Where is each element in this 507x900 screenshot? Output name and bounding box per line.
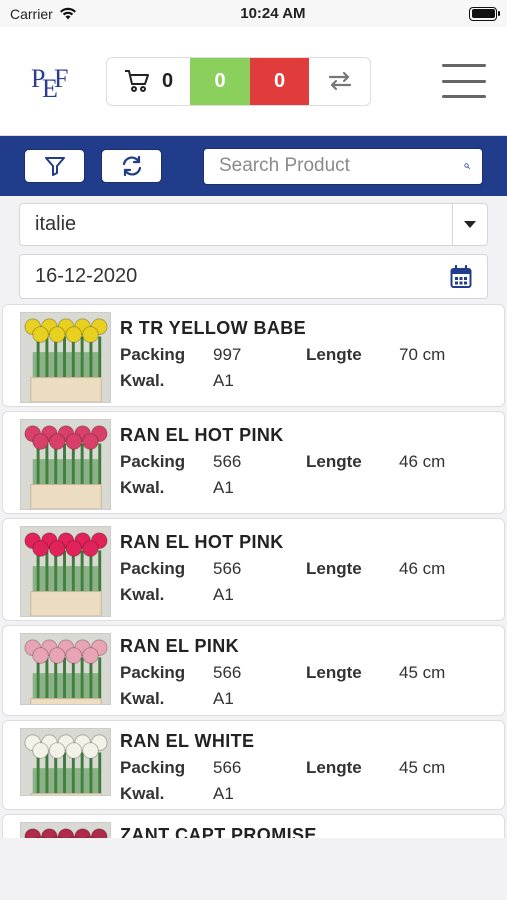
packing-label: Packing: [120, 559, 186, 578]
filter-button[interactable]: [24, 149, 85, 183]
product-image: [20, 633, 111, 705]
quality-value: A1: [213, 371, 234, 390]
clock: 10:24 AM: [240, 5, 306, 22]
date-value: 16-12-2020: [35, 265, 138, 287]
quality-value: A1: [213, 689, 234, 708]
svg-text:F: F: [54, 64, 68, 93]
flower-bouquet-icon: [21, 634, 110, 704]
swap-button[interactable]: [309, 58, 370, 105]
quality-value: A1: [213, 784, 234, 803]
list-item[interactable]: R TR YELLOW BABE Packing 997 Lengte 70 cm K…: [2, 304, 505, 407]
packing-label: Packing: [120, 663, 186, 682]
list-item[interactable]: RAN EL HOT PINK Packing 566 Lengte 46 cm Kw…: [2, 411, 505, 514]
length-value: 45 cm: [399, 663, 446, 682]
logo-icon: P E F: [31, 64, 68, 103]
product-name: R TR YELLOW BABE: [120, 318, 307, 338]
packing-value: 566: [213, 663, 242, 682]
product-name: RAN EL HOT PINK: [120, 532, 284, 552]
green-count: 0: [214, 69, 226, 92]
product-name: RAN EL PINK: [120, 636, 240, 656]
wifi-icon: [59, 7, 76, 20]
quality-label: Kwal.: [120, 478, 165, 497]
toolbar: [0, 136, 507, 196]
cart-summary: 0 0 0: [106, 56, 371, 106]
product-image: [20, 526, 111, 617]
refresh-icon: [122, 155, 141, 177]
quality-value: A1: [213, 585, 234, 604]
product-name: RAN EL HOT PINK: [120, 425, 284, 445]
packing-value: 566: [213, 559, 242, 578]
bottom-area: [0, 838, 507, 900]
battery-icon: [469, 6, 500, 21]
flower-bouquet-icon: [21, 420, 110, 509]
refresh-button[interactable]: [101, 149, 162, 183]
app-header: P E F 0 0 0: [0, 27, 507, 136]
cart-button[interactable]: 0: [107, 58, 190, 105]
packing-label: Packing: [120, 758, 186, 777]
flower-bouquet-icon: [21, 527, 110, 616]
packing-value: 566: [213, 452, 242, 471]
red-counter[interactable]: 0: [250, 57, 309, 105]
date-field[interactable]: 16-12-2020: [19, 254, 488, 299]
red-count: 0: [273, 69, 286, 92]
quality-label: Kwal.: [120, 784, 165, 803]
chevron-down-icon[interactable]: [452, 204, 487, 245]
product-image: [20, 419, 111, 510]
filter-icon: [44, 157, 65, 176]
product-name: RAN EL WHITE: [120, 731, 255, 751]
length-value: 70 cm: [399, 345, 446, 364]
product-list: R TR YELLOW BABE Packing 997 Lengte 70 cm K…: [0, 304, 507, 874]
cart-count: 0: [161, 69, 174, 92]
cart-icon: [124, 70, 149, 92]
quality-label: Kwal.: [120, 371, 165, 390]
length-value: 46 cm: [399, 559, 446, 578]
hamburger-menu-icon[interactable]: [442, 64, 486, 98]
country-select[interactable]: italie: [19, 203, 488, 246]
length-label: Lengte: [306, 345, 362, 364]
quality-value: A1: [213, 478, 234, 497]
country-value: italie: [35, 213, 77, 235]
length-label: Lengte: [306, 452, 362, 471]
quality-label: Kwal.: [120, 585, 165, 604]
list-item[interactable]: RAN EL WHITE Packing 566 Lengte 45 cm Kwal.…: [2, 720, 505, 810]
product-image: [20, 728, 111, 796]
brand-logo[interactable]: P E F: [0, 57, 105, 105]
calendar-icon[interactable]: [450, 264, 472, 289]
product-image: [20, 312, 111, 403]
length-label: Lengte: [306, 758, 362, 777]
search-input[interactable]: [219, 155, 464, 177]
list-item[interactable]: RAN EL PINK Packing 566 Lengte 45 cm Kwal. A…: [2, 625, 505, 716]
length-value: 45 cm: [399, 758, 446, 777]
packing-value: 566: [213, 758, 242, 777]
packing-value: 997: [213, 345, 242, 364]
packing-label: Packing: [120, 452, 186, 471]
carrier-label: Carrier: [10, 5, 53, 22]
flower-bouquet-icon: [21, 729, 110, 795]
search-icon[interactable]: [464, 154, 470, 178]
list-item[interactable]: RAN EL HOT PINK Packing 566 Lengte 46 cm Kw…: [2, 518, 505, 621]
length-label: Lengte: [306, 663, 362, 682]
length-label: Lengte: [306, 559, 362, 578]
status-bar: Carrier 10:24 AM: [0, 0, 507, 27]
packing-label: Packing: [120, 345, 186, 364]
quality-label: Kwal.: [120, 689, 165, 708]
green-counter[interactable]: 0: [190, 57, 250, 105]
search-box: [203, 147, 483, 185]
flower-bouquet-icon: [21, 313, 110, 402]
length-value: 46 cm: [399, 452, 446, 471]
swap-icon: [328, 71, 351, 91]
